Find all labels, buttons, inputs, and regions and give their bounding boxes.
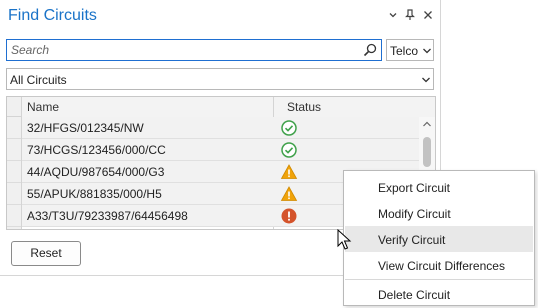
error-icon <box>281 208 297 224</box>
chevron-down-icon <box>422 77 430 83</box>
circuit-name: 44/AQDU/987654/000/G3 <box>27 165 165 179</box>
reset-button[interactable]: Reset <box>11 241 81 266</box>
row-selector-column <box>7 97 22 229</box>
row-selector[interactable] <box>7 183 21 205</box>
close-icon[interactable] <box>420 6 436 24</box>
menu-item-verify-circuit[interactable]: Verify Circuit <box>345 226 533 252</box>
mouse-pointer-icon <box>337 229 352 250</box>
warning-icon <box>280 186 298 201</box>
scrollbar-thumb[interactable] <box>423 137 431 167</box>
circuit-name: 32/HFGS/012345/NW <box>27 121 144 135</box>
category-dropdown[interactable]: Telco <box>386 39 434 61</box>
search-box[interactable] <box>6 39 382 61</box>
row-selector[interactable] <box>7 205 21 227</box>
grid-header: Name Status <box>7 97 435 118</box>
filter-dropdown[interactable]: All Circuits <box>6 68 434 90</box>
circuit-name: 73/HCGS/123456/000/CC <box>27 143 166 157</box>
column-header-name[interactable]: Name <box>27 100 59 114</box>
row-selector-header <box>7 97 21 117</box>
chevron-down-icon <box>423 48 431 54</box>
check-circle-icon <box>281 120 297 136</box>
menu-divider <box>345 279 533 280</box>
filter-dropdown-value: All Circuits <box>10 73 67 87</box>
menu-item-export-circuit[interactable]: Export Circuit <box>345 174 533 200</box>
menu-item-modify-circuit[interactable]: Modify Circuit <box>345 200 533 226</box>
menu-item-label: Verify Circuit <box>378 233 446 247</box>
menu-item-label: Modify Circuit <box>378 207 451 221</box>
search-input[interactable] <box>11 41 351 59</box>
table-row[interactable]: 73/HCGS/123456/000/CC <box>22 139 419 161</box>
pane-title: Find Circuits <box>8 7 97 24</box>
table-row[interactable]: 32/HFGS/012345/NW <box>22 117 419 139</box>
search-icon[interactable] <box>362 42 378 58</box>
check-circle-icon <box>281 142 297 158</box>
context-menu: Export Circuit Modify Circuit Verify Cir… <box>343 170 535 306</box>
circuit-name: 55/APUK/881835/000/H5 <box>27 187 162 201</box>
chevron-down-icon[interactable] <box>385 6 401 24</box>
category-dropdown-value: Telco <box>390 44 419 58</box>
row-selector[interactable] <box>7 161 21 183</box>
scroll-up-icon[interactable] <box>422 120 432 128</box>
circuit-name: A33/T3U/79233987/64456498 <box>27 209 188 223</box>
column-header-status[interactable]: Status <box>287 100 321 114</box>
row-selector[interactable] <box>7 139 21 161</box>
pin-icon[interactable] <box>402 6 418 24</box>
menu-item-label: Export Circuit <box>378 181 451 195</box>
row-selector[interactable] <box>7 117 21 139</box>
menu-item-label: Delete Circuit <box>378 288 451 302</box>
warning-icon <box>280 164 298 179</box>
menu-item-label: View Circuit Differences <box>378 259 505 273</box>
menu-item-view-circuit-differences[interactable]: View Circuit Differences <box>345 252 533 278</box>
menu-item-delete-circuit[interactable]: Delete Circuit <box>345 281 533 307</box>
